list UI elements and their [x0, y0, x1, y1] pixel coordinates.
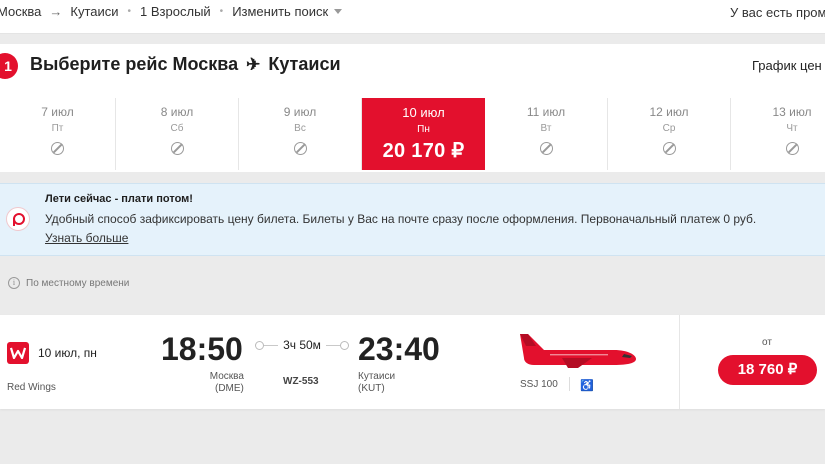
price-divider: [679, 315, 680, 409]
info-icon: i: [8, 277, 20, 289]
weekday-label: Вт: [540, 123, 552, 134]
aircraft-image-icon: [520, 334, 636, 368]
flight-number: WZ-553: [283, 376, 319, 387]
date-label: 9 июл: [283, 105, 317, 119]
search-summary: Москва → Кутаиси • 1 Взрослый • Изменить…: [0, 4, 343, 19]
pay-later-logo-icon: [6, 207, 30, 231]
separator-dot: •: [127, 6, 132, 17]
route-start-dot: [255, 341, 264, 350]
flight-duration: 3ч 50м: [278, 338, 326, 352]
unavailable-icon: [170, 142, 184, 155]
date-tab-7[interactable]: 7 июл Пт: [0, 98, 116, 170]
departure-city: Москва: [209, 371, 244, 382]
select-fare-button[interactable]: 18 760 ₽: [718, 355, 817, 385]
weekday-label: Ср: [662, 123, 676, 134]
change-search-button[interactable]: Изменить поиск: [232, 4, 343, 19]
date-tab-10-selected[interactable]: 10 июл Пн 20 170 ₽: [362, 98, 485, 170]
weekday-label: Чт: [786, 123, 798, 134]
separator-dot: •: [219, 6, 224, 17]
unavailable-icon: [662, 142, 676, 155]
date-strip: 7 июл Пт 8 июл Сб 9 июл Вс 10 июл Пн 20 …: [0, 98, 825, 170]
weekday-label: Сб: [170, 123, 184, 134]
local-time-label: По местному времени: [26, 277, 130, 289]
route-end-dot: [340, 341, 349, 350]
airline-logo-icon: [7, 342, 29, 364]
seat-icon: ♿: [580, 380, 594, 392]
arrival-city: Кутаиси: [358, 371, 396, 382]
date-tab-8[interactable]: 8 июл Сб: [116, 98, 239, 170]
title-destination: Кутаиси: [268, 54, 341, 74]
flight-date: 10 июл, пн: [38, 346, 97, 360]
airline-name: Red Wings: [7, 382, 56, 393]
title-origin: Выберите рейс Москва: [30, 54, 239, 74]
learn-more-link[interactable]: Узнать больше: [45, 231, 128, 245]
local-time-note: i По местному времени: [8, 277, 129, 289]
arrival-time: 23:40: [358, 331, 440, 367]
date-tab-9[interactable]: 9 июл Вс: [239, 98, 362, 170]
chevron-down-icon: [334, 9, 343, 14]
flight-card[interactable]: 10 июл, пн Red Wings 18:50 3ч 50м 23:40 …: [0, 315, 825, 409]
arrow-right-icon: →: [49, 4, 63, 19]
date-tab-13[interactable]: 13 июл Чт: [731, 98, 825, 170]
unavailable-icon: [785, 142, 799, 155]
date-label: 12 июл: [649, 105, 689, 119]
departure-code: (DME): [215, 383, 244, 394]
unavailable-icon: [51, 142, 64, 155]
date-label: 8 июл: [160, 105, 194, 119]
page-title: Выберите рейс Москва ✈ Кутаиси: [30, 54, 341, 75]
arrival-code: (KUT): [358, 383, 385, 394]
date-tab-11[interactable]: 11 июл Вт: [485, 98, 608, 170]
unavailable-icon: [293, 142, 307, 155]
departure-time: 18:50: [161, 331, 243, 367]
departure-airport: Москва (DME): [209, 371, 244, 395]
date-label: 7 июл: [41, 105, 74, 119]
date-label: 13 июл: [772, 105, 812, 119]
banner-title: Лети сейчас - плати потом!: [45, 193, 193, 205]
change-search-label: Изменить поиск: [232, 4, 329, 19]
date-tab-12[interactable]: 12 июл Ср: [608, 98, 731, 170]
weekday-label: Пт: [51, 123, 64, 134]
destination-city: Кутаиси: [70, 4, 119, 19]
passengers-count: 1 Взрослый: [140, 4, 211, 19]
date-label: 11 июл: [526, 105, 566, 119]
arrival-airport: Кутаиси (KUT): [358, 371, 395, 395]
price-chart-link[interactable]: График цен: [752, 58, 822, 73]
origin-city: Москва: [0, 4, 42, 19]
unavailable-icon: [539, 142, 553, 155]
price-from-label: от: [762, 337, 772, 348]
promo-code-link[interactable]: У вас есть промо: [730, 5, 825, 20]
top-bar: Москва → Кутаиси • 1 Взрослый • Изменить…: [0, 0, 825, 34]
date-label: 10 июл: [402, 105, 445, 120]
aircraft-model: SSJ 100: [520, 379, 558, 390]
weekday-label: Вс: [294, 123, 306, 134]
weekday-label: Пн: [417, 124, 430, 135]
banner-text: Удобный способ зафиксировать цену билета…: [45, 212, 757, 226]
airplane-icon: ✈: [246, 54, 261, 74]
date-price: 20 170 ₽: [382, 140, 465, 162]
aircraft-divider: [569, 377, 570, 391]
